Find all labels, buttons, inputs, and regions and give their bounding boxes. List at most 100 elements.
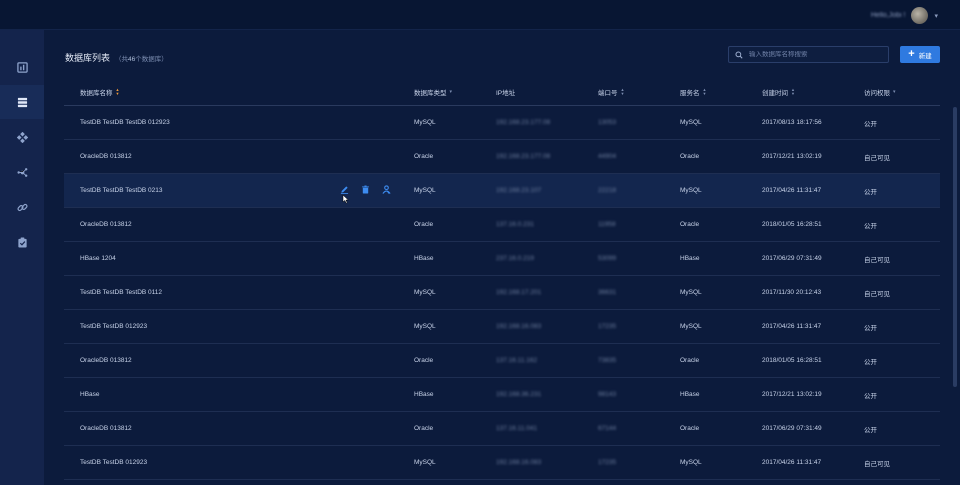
cell-port: 22218	[598, 187, 617, 194]
cell-type: MySQL	[414, 323, 436, 330]
user-name: Hello,Jobi !	[870, 12, 906, 19]
cell-created: 2017/04/26 11:31:47	[762, 187, 822, 194]
cell-created: 2017/06/29 07:31:49	[762, 425, 822, 432]
cell-ip: 192.168.16.083	[496, 459, 542, 466]
col-header-port[interactable]: 端口号 ▲ ▼	[598, 87, 624, 97]
table-row[interactable]: OracleDB 013812 Oracle 192.168.23.177.08 44…	[64, 140, 940, 174]
filter-dropdown-icon[interactable]: ▾	[450, 89, 453, 95]
scrollbar[interactable]	[953, 107, 957, 387]
table-row[interactable]: HBase 1204 HBase 237.16.0.219 53099 HBase 201…	[64, 242, 940, 276]
cell-access: 公开	[864, 392, 877, 400]
col-header-name[interactable]: 数据库名称 ▲ ▼	[80, 87, 119, 97]
cell-created: 2017/08/13 18:17:56	[762, 119, 822, 126]
col-type-label: 数据库类型	[414, 89, 447, 97]
sort-icon[interactable]: ▲ ▼	[703, 88, 707, 95]
cell-type: Oracle	[414, 357, 434, 364]
cell-created: 2017/06/29 07:31:49	[762, 255, 822, 262]
count-prefix: （共	[115, 56, 129, 63]
cell-service: MySQL	[680, 119, 702, 126]
cell-access: 公开	[864, 222, 877, 230]
new-database-button[interactable]: + 新建	[900, 46, 940, 63]
col-name-label: 数据库名称	[80, 89, 113, 97]
cell-ip: 192.168.23.107	[496, 187, 542, 194]
cell-service: Oracle	[680, 221, 700, 228]
cell-type: MySQL	[414, 459, 436, 466]
search-icon	[735, 50, 743, 59]
col-access-label: 访问权限	[864, 89, 890, 97]
row-actions	[339, 184, 391, 194]
search-box[interactable]	[728, 46, 889, 63]
cell-created: 2018/01/05 16:28:51	[762, 221, 822, 228]
table-row[interactable]: HBase HBase 192.168.36.231 98143 HBase 2017/1…	[64, 378, 940, 412]
cell-port: 36631	[598, 289, 617, 296]
table-row[interactable]: TestDB TestDB TestDB 012923 MySQL 192.168.…	[64, 106, 940, 140]
cell-access: 公开	[864, 188, 877, 196]
sidebar-item-modules[interactable]	[0, 120, 44, 154]
cell-name: OracleDB 013812	[80, 221, 132, 228]
cell-ip: 192.168.17.201	[496, 289, 542, 296]
mouse-cursor-icon	[342, 194, 349, 204]
cell-ip: 137.16.11.041	[496, 425, 538, 432]
cell-port: 73835	[598, 357, 617, 364]
table-row[interactable]: TestDB TestDB TestDB 0213 MySQL 192.168.23…	[64, 174, 940, 208]
cell-access: 自己可见	[864, 256, 890, 264]
table-row[interactable]: TestDB TestDB 012923 MySQL 192.168.16.083 1…	[64, 446, 940, 480]
cell-service: HBase	[680, 391, 700, 398]
table-row[interactable]: TestDB TestDB 012923 MySQL 192.168.16.083 1…	[64, 310, 940, 344]
cell-ip: 137.16.11.162	[496, 357, 538, 364]
col-created-label: 创建时间	[762, 89, 788, 97]
cell-type: MySQL	[414, 119, 436, 126]
filter-dropdown-icon[interactable]: ▾	[893, 89, 896, 95]
cell-ip: 192.168.36.231	[496, 391, 542, 398]
delete-icon[interactable]	[360, 184, 370, 194]
cell-ip: 192.168.23.177.08	[496, 119, 551, 126]
sidebar-item-database[interactable]	[0, 85, 44, 119]
cell-created: 2017/11/30 20:12:43	[762, 289, 822, 296]
page-title: 数据库列表 （共46个数据库）	[65, 51, 168, 64]
cell-created: 2017/12/21 13:02:19	[762, 391, 822, 398]
cell-ip: 137.16.0.231	[496, 221, 534, 228]
col-header-access[interactable]: 访问权限 ▾	[864, 87, 896, 97]
table-row[interactable]: TestDB TestDB TestDB 0112 MySQL 192.168.17…	[64, 276, 940, 310]
cell-name: TestDB TestDB 012923	[80, 459, 148, 466]
cell-service: MySQL	[680, 289, 702, 296]
cell-name: TestDB TestDB TestDB 0213	[80, 187, 163, 194]
sidebar-item-link[interactable]	[0, 190, 44, 224]
record-count: （共46个数据库）	[115, 53, 168, 63]
user-permission-icon[interactable]	[381, 184, 391, 194]
cell-service: Oracle	[680, 153, 700, 160]
table-row[interactable]: OracleDB 013812 Oracle 137.16.0.231 11958 Or…	[64, 208, 940, 242]
sidebar-item-dashboard[interactable]	[0, 50, 44, 84]
edit-icon[interactable]	[339, 184, 349, 194]
user-avatar[interactable]	[911, 7, 929, 24]
col-header-type[interactable]: 数据库类型 ▾	[414, 87, 452, 97]
sidebar-item-tasks[interactable]	[0, 225, 44, 259]
col-header-service[interactable]: 服务名 ▲ ▼	[680, 87, 706, 97]
chevron-down-icon[interactable]: ▾	[934, 12, 938, 20]
sort-icon[interactable]: ▲ ▼	[116, 88, 120, 95]
col-header-created[interactable]: 创建时间 ▲ ▼	[762, 87, 795, 97]
cell-access: 自己可见	[864, 154, 890, 162]
new-button-label: 新建	[918, 52, 932, 60]
table-header: 数据库名称 ▲ ▼ 数据库类型 ▾ IP地址 端口号 ▲ ▼ 服务名 ▲ ▼ 创建时间…	[64, 78, 940, 106]
database-icon	[17, 97, 27, 107]
link-icon	[16, 203, 28, 211]
cell-type: Oracle	[414, 425, 434, 432]
sort-icon[interactable]: ▲ ▼	[791, 88, 795, 95]
search-input[interactable]	[749, 51, 879, 58]
cell-ip: 192.168.16.083	[496, 323, 542, 330]
cell-ip: 192.168.23.177.08	[496, 153, 551, 160]
cell-port: 17235	[598, 459, 617, 466]
sort-icon[interactable]: ▲ ▼	[621, 88, 625, 95]
user-menu[interactable]: Hello,Jobi ! ▾	[871, 7, 938, 24]
cell-access: 自己可见	[864, 290, 890, 298]
table-row[interactable]: OracleDB 013812 Oracle 137.16.11.162 73835 O…	[64, 344, 940, 378]
cell-name: HBase 1204	[80, 255, 116, 262]
table-row[interactable]: OracleDB 013812 Oracle 137.16.11.041 67144 O…	[64, 412, 940, 446]
cell-name: OracleDB 013812	[80, 425, 132, 432]
cell-name: OracleDB 013812	[80, 357, 132, 364]
sidebar-item-share[interactable]	[0, 155, 44, 189]
cell-port: 44904	[598, 153, 617, 160]
cell-created: 2017/12/21 13:02:19	[762, 153, 822, 160]
cell-type: MySQL	[414, 187, 436, 194]
